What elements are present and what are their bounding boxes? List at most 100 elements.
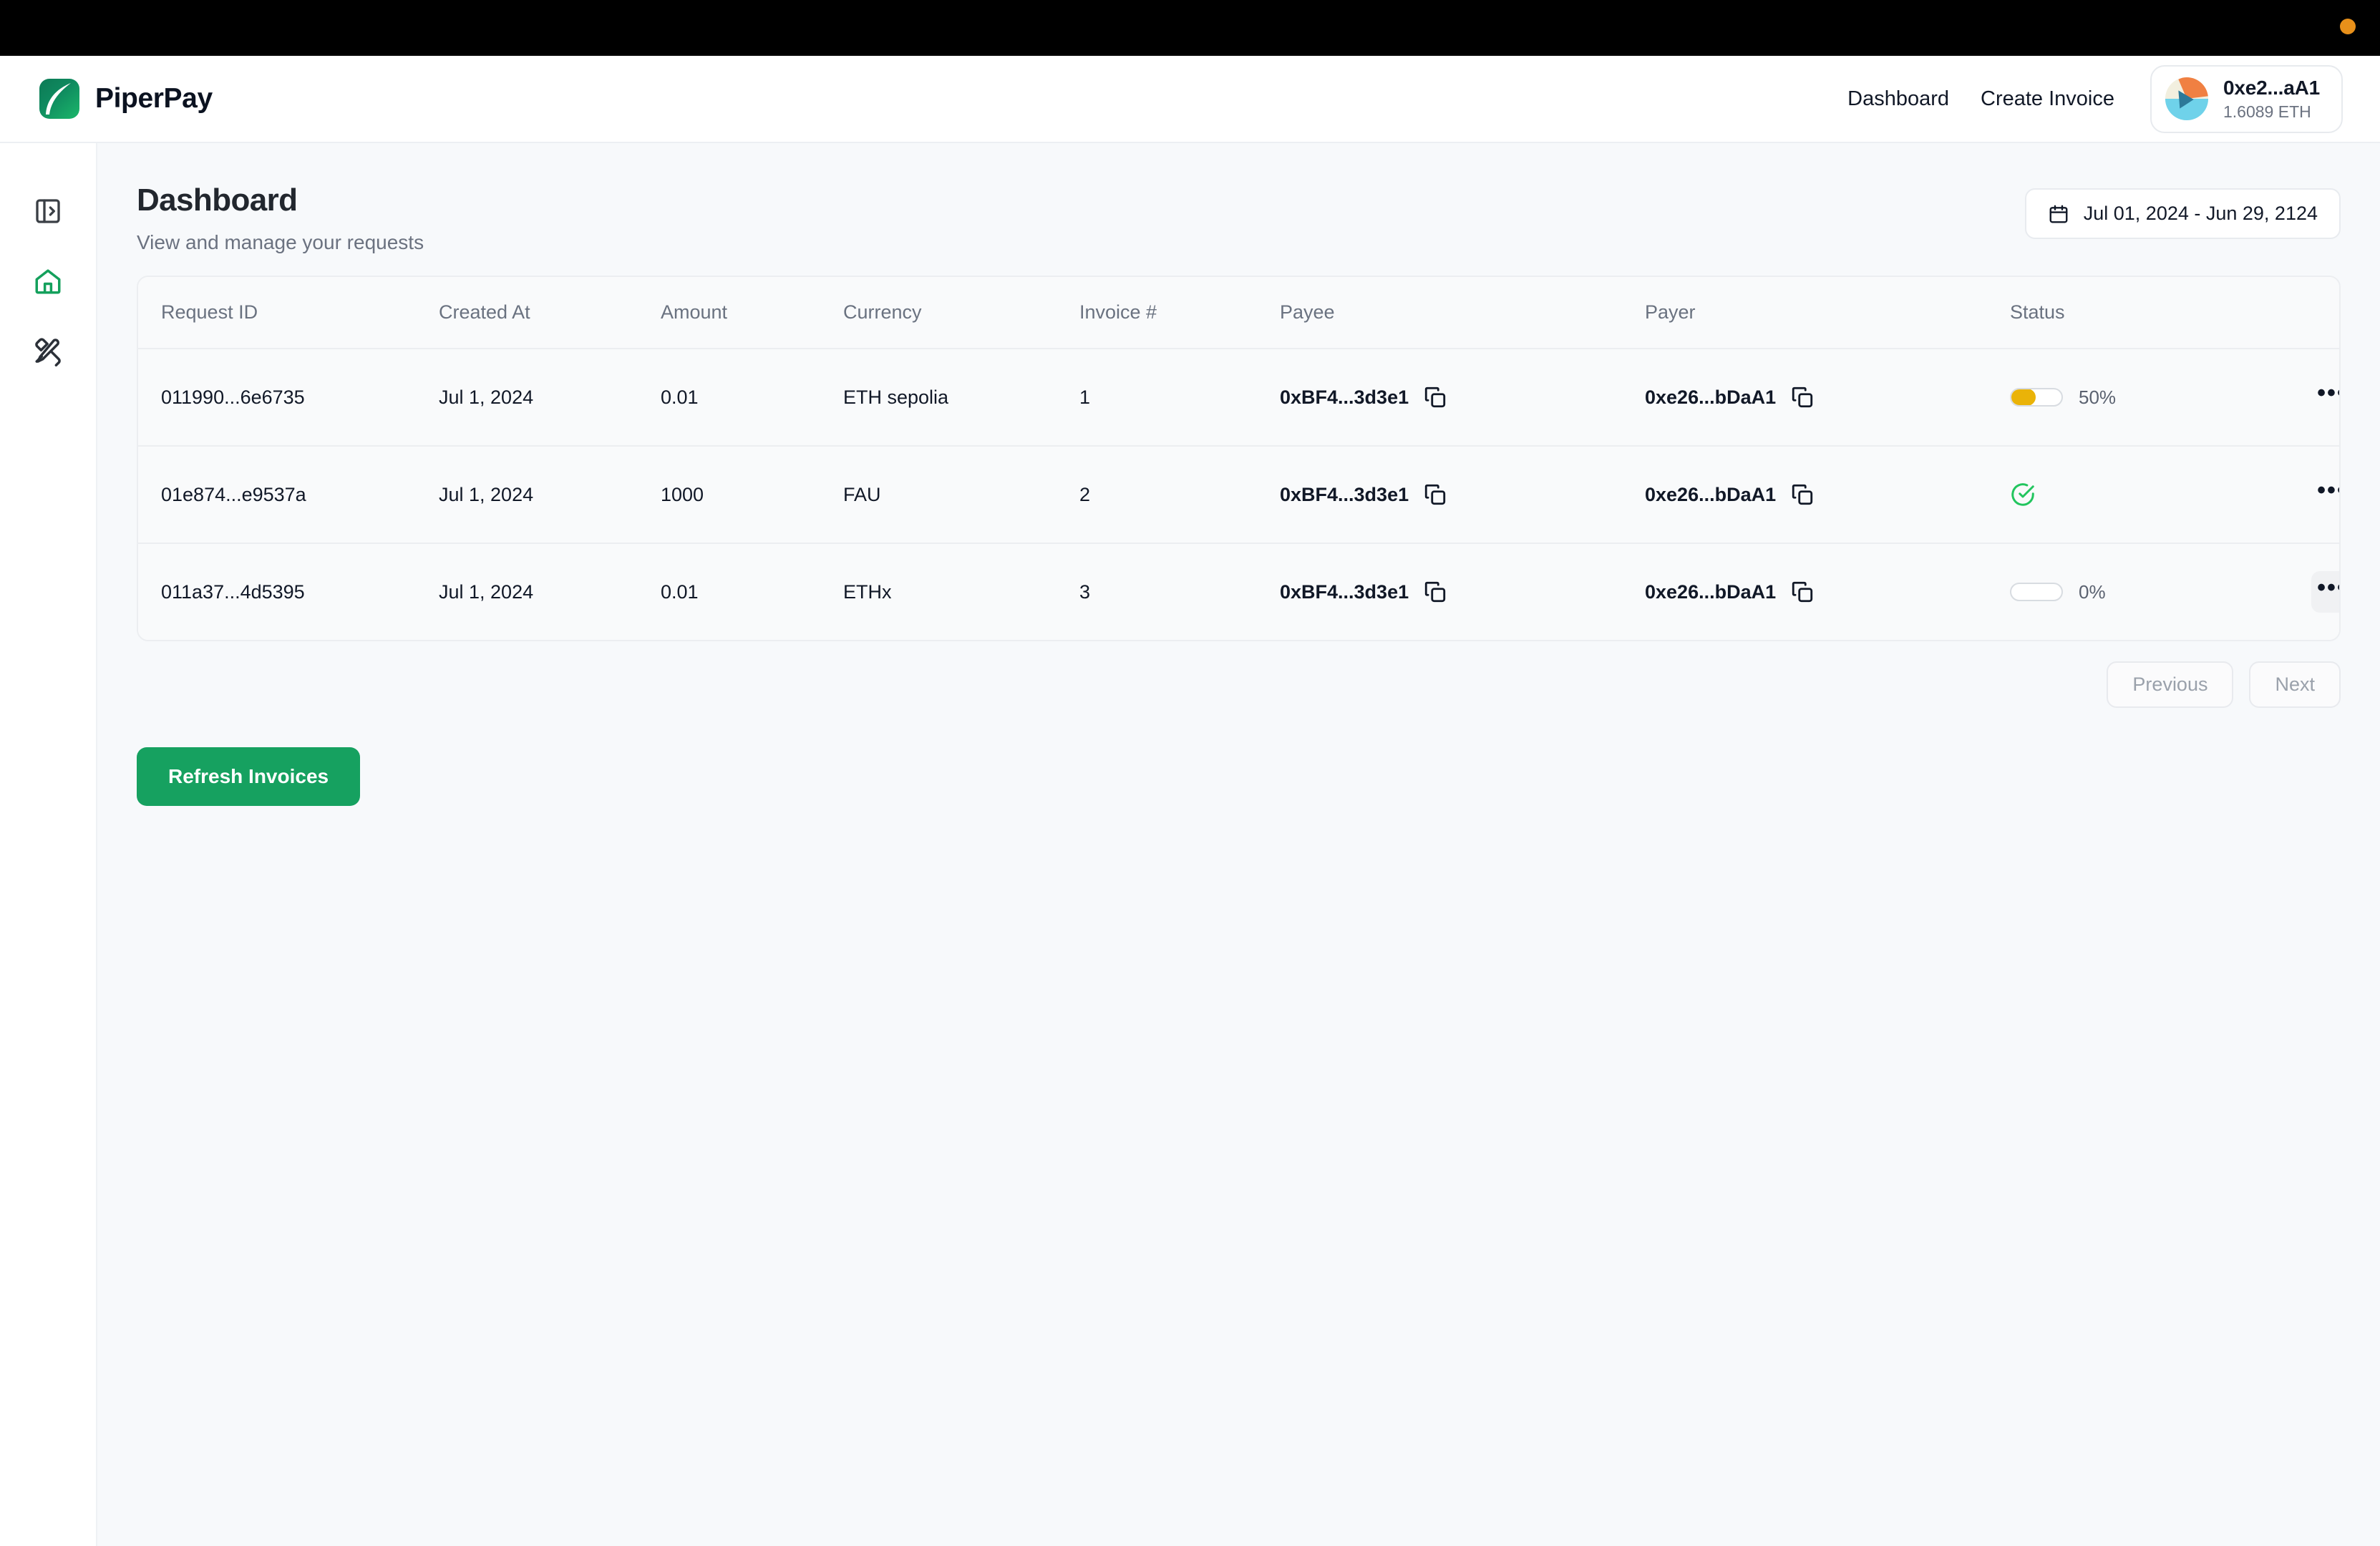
cell-payer: 0xe26...bDaA1 — [1645, 349, 2010, 447]
home-icon — [35, 269, 61, 294]
refresh-invoices-button[interactable]: Refresh Invoices — [137, 747, 361, 806]
more-horizontal-icon: ••• — [2317, 574, 2339, 601]
cell-invoice-no: 3 — [1079, 543, 1280, 640]
page-title-block: Dashboard View and manage your requests — [137, 183, 424, 254]
pen-ruler-icon — [35, 338, 61, 366]
status-paid — [2010, 482, 2268, 507]
payer-address: 0xe26...bDaA1 — [1645, 386, 1777, 408]
app-header: PiperPay Dashboard Create Invoice 0xe2..… — [0, 56, 2380, 143]
requests-table-card: Request ID Created At Amount Currency In… — [137, 276, 2341, 641]
browser-top-bar — [0, 0, 2380, 56]
date-range-picker[interactable]: Jul 01, 2024 - Jun 29, 2124 — [2024, 188, 2341, 239]
copy-icon[interactable] — [1423, 385, 1447, 409]
table-body: 011990...6e6735 Jul 1, 2024 0.01 ETH sep… — [138, 349, 2339, 640]
requests-table: Request ID Created At Amount Currency In… — [138, 277, 2339, 640]
cell-amount: 0.01 — [661, 543, 843, 640]
status-progress: 50% — [2010, 386, 2268, 409]
column-header-invoice-no: Invoice # — [1079, 277, 1280, 349]
row-menu-button[interactable]: ••• — [2311, 474, 2339, 515]
progress-bar — [2010, 583, 2063, 601]
brand[interactable]: PiperPay — [39, 79, 213, 119]
wallet-blockie-avatar-icon — [2165, 77, 2209, 121]
column-header-request-id: Request ID — [138, 277, 439, 349]
cell-created-at: Jul 1, 2024 — [439, 543, 661, 640]
header-right: Dashboard Create Invoice 0xe2...aA1 1.60… — [1832, 64, 2343, 133]
wallet-text: 0xe2...aA1 1.6089 ETH — [2223, 77, 2320, 122]
cell-request-id: 011a37...4d5395 — [138, 543, 439, 640]
column-header-status: Status — [2010, 277, 2268, 349]
cell-actions: ••• — [2268, 543, 2339, 640]
page-header: Dashboard View and manage your requests … — [137, 183, 2341, 254]
wallet-balance: 1.6089 ETH — [2223, 102, 2311, 121]
progress-label: 50% — [2079, 386, 2117, 408]
sidebar-item-panel-toggle[interactable] — [31, 195, 64, 228]
copy-icon[interactable] — [1423, 482, 1447, 507]
cell-payer: 0xe26...bDaA1 — [1645, 446, 2010, 544]
payee-address: 0xBF4...3d3e1 — [1280, 483, 1409, 505]
cell-payee: 0xBF4...3d3e1 — [1280, 446, 1645, 544]
panel-expand-icon — [36, 199, 60, 223]
sidebar-item-design[interactable] — [31, 335, 64, 368]
cell-currency: ETH sepolia — [843, 349, 1079, 447]
circle-check-icon — [2011, 483, 2034, 506]
cell-amount: 0.01 — [661, 349, 843, 447]
cell-invoice-no: 2 — [1079, 446, 1280, 544]
cell-currency: ETHx — [843, 543, 1079, 640]
cell-request-id: 011990...6e6735 — [138, 349, 439, 447]
main-content: Dashboard View and manage your requests … — [97, 143, 2380, 1546]
cell-invoice-no: 1 — [1079, 349, 1280, 447]
table-row[interactable]: 01e874...e9537a Jul 1, 2024 1000 FAU 2 0… — [138, 446, 2339, 544]
sidebar-item-home[interactable] — [31, 265, 64, 298]
nav-link-dashboard[interactable]: Dashboard — [1832, 87, 1965, 111]
cell-actions: ••• — [2268, 446, 2339, 544]
copy-icon[interactable] — [1790, 580, 1815, 604]
row-menu-button[interactable]: ••• — [2311, 571, 2339, 613]
cell-created-at: Jul 1, 2024 — [439, 349, 661, 447]
row-menu-button[interactable]: ••• — [2311, 376, 2339, 418]
cell-status: 0% — [2010, 543, 2268, 640]
copy-icon[interactable] — [1790, 385, 1815, 409]
table-head: Request ID Created At Amount Currency In… — [138, 277, 2339, 349]
cell-actions: ••• — [2268, 349, 2339, 447]
column-header-payer: Payer — [1645, 277, 2010, 349]
leaf-glyph — [46, 83, 71, 115]
table-row[interactable]: 011990...6e6735 Jul 1, 2024 0.01 ETH sep… — [138, 349, 2339, 447]
column-header-currency: Currency — [843, 277, 1079, 349]
cell-currency: FAU — [843, 446, 1079, 544]
column-header-created-at: Created At — [439, 277, 661, 349]
payee-address: 0xBF4...3d3e1 — [1280, 386, 1409, 408]
cell-request-id: 01e874...e9537a — [138, 446, 439, 544]
next-page-button[interactable]: Next — [2249, 661, 2341, 708]
pagination: Previous Next — [137, 661, 2341, 708]
cell-payee: 0xBF4...3d3e1 — [1280, 349, 1645, 447]
progress-bar — [2010, 388, 2063, 407]
payer-address: 0xe26...bDaA1 — [1645, 483, 1777, 505]
column-header-payee: Payee — [1280, 277, 1645, 349]
page-title: Dashboard — [137, 183, 298, 218]
table-row[interactable]: 011a37...4d5395 Jul 1, 2024 0.01 ETHx 3 … — [138, 543, 2339, 640]
date-range-text: Jul 01, 2024 - Jun 29, 2124 — [2083, 203, 2318, 224]
previous-page-button[interactable]: Previous — [2107, 661, 2234, 708]
copy-icon[interactable] — [1790, 482, 1815, 507]
page-subtitle: View and manage your requests — [137, 231, 424, 253]
cell-created-at: Jul 1, 2024 — [439, 446, 661, 544]
cell-payer: 0xe26...bDaA1 — [1645, 543, 2010, 640]
more-horizontal-icon: ••• — [2317, 477, 2339, 504]
cell-payee: 0xBF4...3d3e1 — [1280, 543, 1645, 640]
nav-link-create-invoice[interactable]: Create Invoice — [1965, 87, 2130, 111]
copy-icon[interactable] — [1423, 580, 1447, 604]
wallet-chip[interactable]: 0xe2...aA1 1.6089 ETH — [2150, 64, 2343, 133]
status-dot-icon — [2340, 19, 2356, 34]
table-header-row: Request ID Created At Amount Currency In… — [138, 277, 2339, 349]
column-header-actions — [2268, 277, 2339, 349]
cell-status: 50% — [2010, 349, 2268, 447]
brand-name: PiperPay — [95, 83, 213, 114]
piperpay-leaf-logo-icon — [39, 79, 79, 119]
cell-status — [2010, 446, 2268, 544]
sidebar — [0, 143, 97, 1546]
progress-label: 0% — [2079, 580, 2106, 603]
payee-address: 0xBF4...3d3e1 — [1280, 580, 1409, 603]
column-header-amount: Amount — [661, 277, 843, 349]
payer-address: 0xe26...bDaA1 — [1645, 580, 1777, 603]
more-horizontal-icon: ••• — [2317, 379, 2339, 407]
